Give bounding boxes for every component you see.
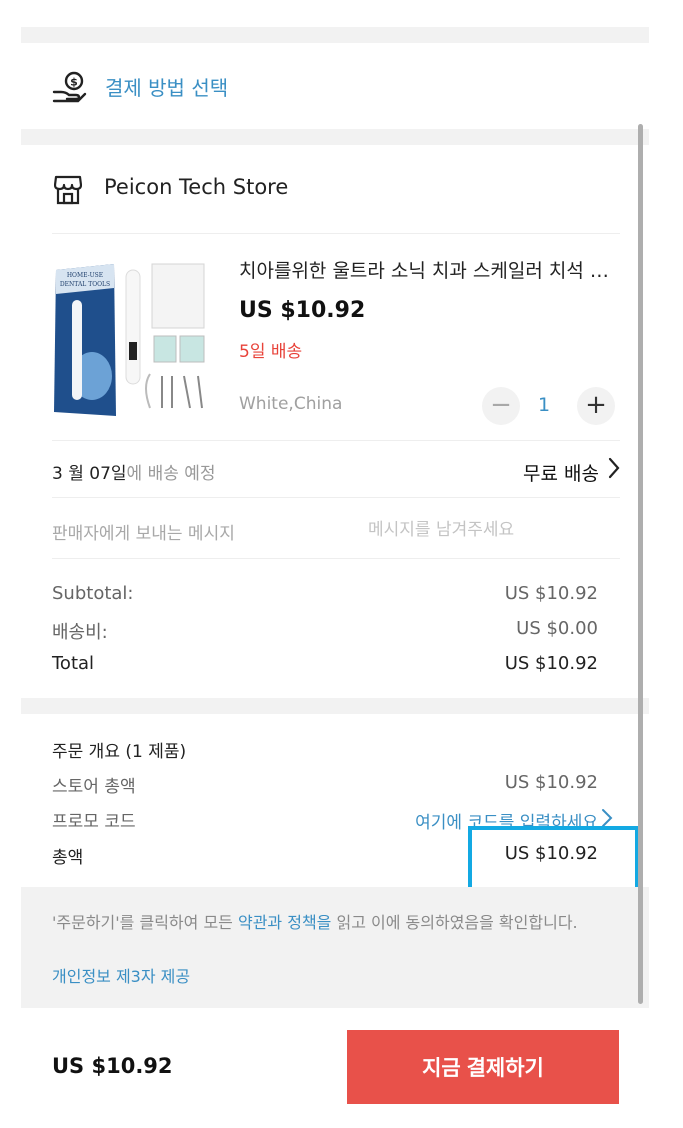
payment-method-label[interactable]: 결제 방법 선택 xyxy=(105,72,228,101)
divider xyxy=(52,558,620,559)
terms-policy-link[interactable]: 약관과 정책을 xyxy=(238,913,331,932)
box-brand-text: HOME-USE xyxy=(67,272,103,279)
terms-suffix: 읽고 이에 동의하였음을 확인합니다. xyxy=(331,913,578,932)
product-variant: White,China xyxy=(239,394,343,414)
delivery-date-value: 3 월 07일 xyxy=(52,464,127,484)
product-price: US $10.92 xyxy=(239,298,366,323)
store-total-value: US $10.92 xyxy=(504,653,598,674)
hand-coin-icon: $ xyxy=(52,71,87,103)
shipping-method-button[interactable]: 무료 배송 xyxy=(523,459,599,486)
terms-section xyxy=(21,887,649,1008)
terms-text: '주문하기'를 클릭하여 모든 약관과 정책을 읽고 이에 동의하였음을 확인합… xyxy=(52,909,622,936)
subtotal-label: Subtotal: xyxy=(52,583,134,604)
store-name[interactable]: Peicon Tech Store xyxy=(104,175,288,199)
section-divider xyxy=(21,27,649,43)
shipping-days: 5일 배송 xyxy=(239,342,303,362)
minus-icon: − xyxy=(490,390,512,420)
quantity-decrease-button[interactable]: − xyxy=(482,387,520,425)
subtotal-value: US $10.92 xyxy=(504,583,598,604)
divider xyxy=(52,497,620,498)
quantity-increase-button[interactable]: + xyxy=(577,387,615,425)
section-divider xyxy=(21,698,649,714)
footer-total: US $10.92 xyxy=(52,1054,173,1078)
delivery-date: 3 월 07일에 배송 예정 xyxy=(52,459,216,484)
product-title[interactable]: 치아를위한 울트라 소닉 치과 스케일러 치석 제거제 치아 얼룩 치아 미백 … xyxy=(239,256,614,283)
quantity-value: 1 xyxy=(538,394,551,416)
seller-message-input[interactable] xyxy=(368,516,608,544)
shipping-fee-label: 배송비: xyxy=(52,622,108,643)
store-total-label: Total xyxy=(52,653,95,674)
pay-now-button[interactable]: 지금 결제하기 xyxy=(347,1030,619,1104)
store-amount-value: US $10.92 xyxy=(504,772,598,793)
delivery-date-suffix: 에 배송 예정 xyxy=(126,464,216,484)
plus-icon: + xyxy=(585,390,607,420)
highlight-box xyxy=(468,826,639,892)
svg-text:$: $ xyxy=(70,76,78,89)
store-icon xyxy=(54,175,82,205)
box-brand-text: DENTAL TOOLS xyxy=(60,281,110,288)
seller-message-label: 판매자에게 보내는 메시지 xyxy=(52,524,235,544)
scrollbar[interactable] xyxy=(638,124,643,1004)
chevron-right-icon[interactable] xyxy=(607,456,621,480)
product-image[interactable]: HOME-USE DENTAL TOOLS xyxy=(50,258,220,420)
section-divider xyxy=(21,129,649,145)
grand-total-label: 총액 xyxy=(52,848,84,868)
divider xyxy=(52,233,620,234)
promo-code-label: 프로모 코드 xyxy=(52,812,136,832)
store-amount-label: 스토어 총액 xyxy=(52,777,136,797)
shipping-fee-value: US $0.00 xyxy=(516,618,598,639)
divider xyxy=(52,440,620,441)
order-summary-title: 주문 개요 (1 제품) xyxy=(52,742,187,762)
terms-prefix: '주문하기'를 클릭하여 모든 xyxy=(52,913,238,932)
privacy-third-party-link[interactable]: 개인정보 제3자 제공 xyxy=(52,963,190,987)
